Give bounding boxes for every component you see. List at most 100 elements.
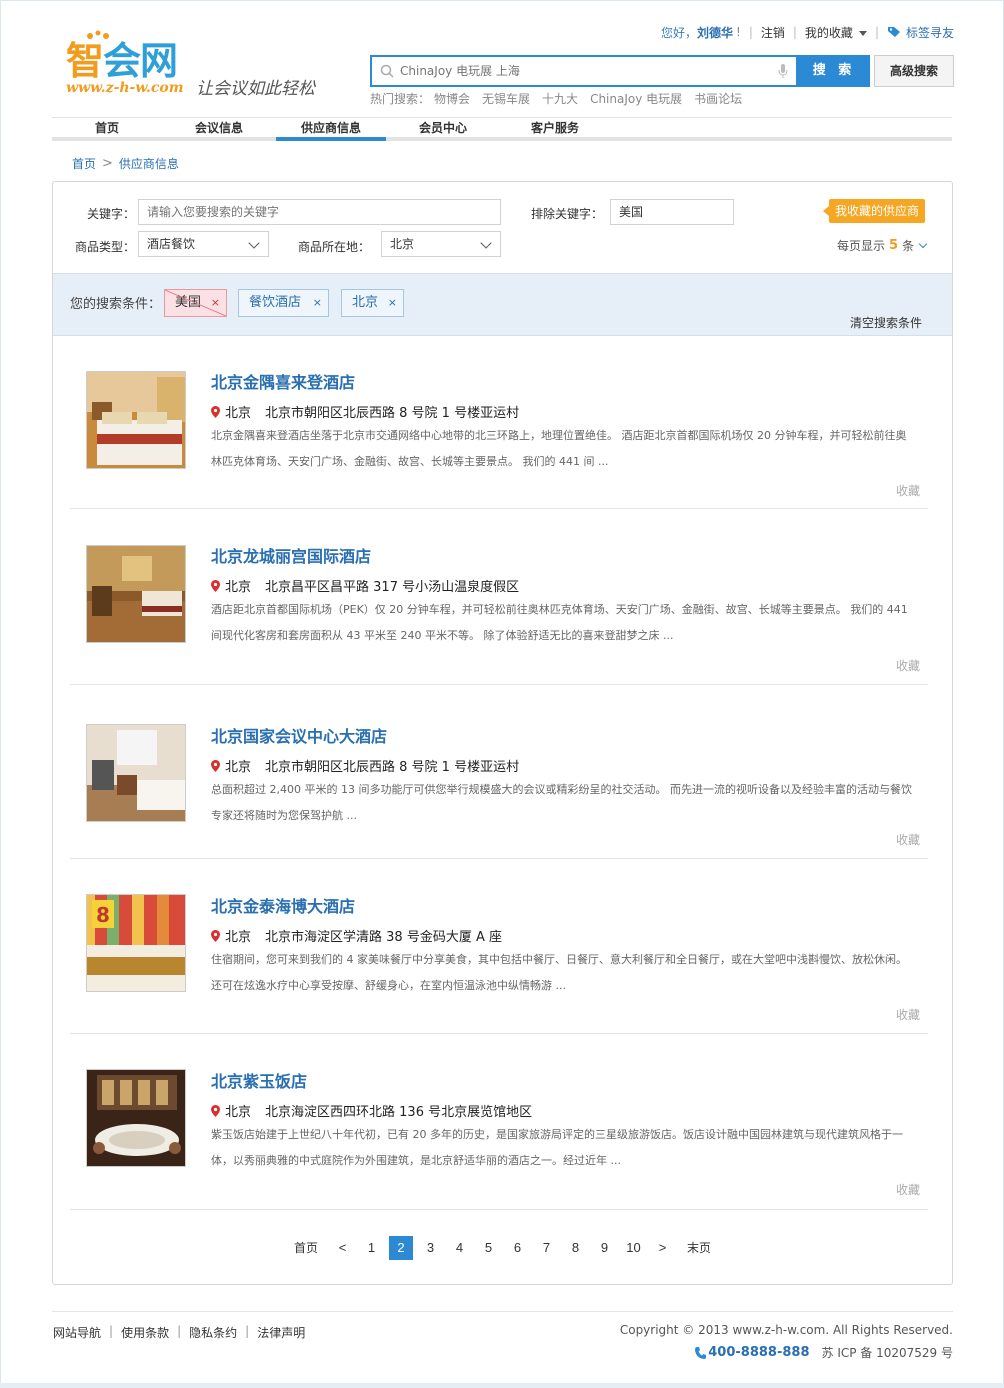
condition-chip-category[interactable]: 餐饮酒店 × (238, 289, 329, 317)
hotel-room-image (87, 546, 185, 642)
result-description: 总面积超过 2,400 平米的 13 间多功能厅可供您举行规模盛大的会议或精彩纷… (211, 783, 912, 822)
site-logo[interactable]: 智会网 www.z-h-w.com 让会议如此轻松 (66, 30, 336, 100)
favorite-link[interactable]: 收藏 (896, 831, 920, 848)
remove-condition-icon[interactable]: × (211, 290, 220, 316)
bottom-band (0, 1383, 1004, 1388)
logo-title: 智会网 (66, 39, 178, 83)
nav-item-meetings[interactable]: 会议信息 (164, 118, 274, 137)
result-thumbnail[interactable] (86, 545, 186, 643)
result-item: 北京紫玉饭店 北京 北京海淀区西四环北路 136 号北京展览馆地区 紫玉饭店始建… (70, 1035, 928, 1210)
result-description: 紫玉饭店始建于上世纪八十年代初，已有 20 多年的历史，是国家旅游局评定的三星级… (211, 1128, 903, 1167)
main-nav: 首页 会议信息 供应商信息 会员中心 客户服务 (52, 117, 952, 141)
page-number[interactable]: 3 (416, 1236, 445, 1260)
favorite-link[interactable]: 收藏 (896, 657, 920, 674)
tag-search-link[interactable]: 标签寻友 (887, 24, 954, 41)
search-button[interactable]: 搜 索 (798, 55, 870, 87)
keyword-input[interactable] (138, 199, 501, 225)
copyright: Copyright © 2013 www.z-h-w.com. All Righ… (619, 1323, 953, 1337)
location-pin-icon (211, 579, 220, 592)
result-description: 北京金隅喜来登酒店坐落于北京市交通网络中心地带的北三环路上，地理位置绝佳。 酒店… (211, 429, 907, 468)
hot-search-term[interactable]: 无锡车展 (482, 90, 530, 107)
page-last[interactable]: 末页 (677, 1236, 721, 1260)
page-number[interactable]: 7 (532, 1236, 561, 1260)
search-input[interactable] (400, 64, 778, 78)
result-title[interactable]: 北京龙城丽宫国际酒店 (211, 543, 371, 567)
favorite-suppliers-button[interactable]: 我收藏的供应商 (822, 199, 926, 223)
divider: | (792, 25, 797, 39)
hot-search-term[interactable]: 书画论坛 (694, 90, 742, 107)
footer-links: 网站导航 | 使用条款 | 隐私条约 | 法律声明 (53, 1324, 305, 1341)
result-thumbnail[interactable] (86, 724, 186, 822)
nav-item-home[interactable]: 首页 (52, 118, 162, 137)
clear-conditions-link[interactable]: 清空搜索条件 (850, 314, 922, 331)
hot-search-term[interactable]: 物博会 (434, 90, 470, 107)
result-item: 北京金隅喜来登酒店 北京 北京市朝阳区北辰西路 8 号院 1 号楼亚运村 北京金… (70, 336, 928, 509)
keyword-label: 关键字： (87, 207, 136, 221)
footer-link-legal[interactable]: 法律声明 (257, 1324, 305, 1341)
hot-search-term[interactable]: 十九大 (542, 90, 578, 107)
page-prev[interactable]: < (328, 1236, 357, 1260)
page-number[interactable]: 8 (561, 1236, 590, 1260)
result-item: 北京国家会议中心大酒店 北京 北京市朝阳区北辰西路 8 号院 1 号楼亚运村 总… (70, 686, 928, 859)
page-number-current[interactable]: 2 (389, 1236, 413, 1260)
breadcrumb: 首页 > 供应商信息 (72, 155, 179, 172)
result-thumbnail[interactable] (86, 1069, 186, 1167)
phone-icon (695, 1346, 707, 1359)
hotel-room-image: 8 (87, 895, 185, 991)
divider: | (874, 25, 879, 39)
result-thumbnail[interactable]: 8 (86, 894, 186, 992)
remove-condition-icon[interactable]: × (313, 290, 322, 316)
logo-url: www.z-h-w.com (66, 80, 184, 96)
result-title[interactable]: 北京国家会议中心大酒店 (211, 723, 387, 747)
filter-form: 关键字： 排除关键字： 美国 我收藏的供应商 商品类型： 酒店餐饮 商品所在地：… (53, 182, 952, 274)
results-panel: 关键字： 排除关键字： 美国 我收藏的供应商 商品类型： 酒店餐饮 商品所在地：… (52, 181, 953, 1285)
result-description: 住宿期间，您可来到我们的 4 家美味餐厅中分享美食，其中包括中餐厅、日餐厅、意大… (211, 953, 907, 992)
favorite-link[interactable]: 收藏 (896, 1181, 920, 1198)
nav-item-suppliers[interactable]: 供应商信息 (276, 118, 386, 141)
result-thumbnail[interactable] (86, 371, 186, 469)
breadcrumb-home[interactable]: 首页 (72, 155, 96, 172)
location-pin-icon (211, 759, 220, 772)
footer-link-sitemap[interactable]: 网站导航 (53, 1324, 101, 1341)
page-number[interactable]: 9 (590, 1236, 619, 1260)
category-select[interactable]: 酒店餐饮 (138, 231, 269, 257)
hot-search-term[interactable]: ChinaJoy 电玩展 (590, 90, 682, 107)
username-link[interactable]: 刘德华 (697, 24, 733, 41)
nav-item-member-center[interactable]: 会员中心 (388, 118, 498, 137)
page-number[interactable]: 6 (503, 1236, 532, 1260)
footer-link-terms[interactable]: 使用条款 (121, 1324, 169, 1341)
condition-chip-excluded[interactable]: 美国 × (164, 289, 227, 317)
page-number[interactable]: 4 (445, 1236, 474, 1260)
result-title[interactable]: 北京金泰海博大酒店 (211, 893, 355, 917)
footer-contact: 400-8888-888 苏 ICP 备 10207529 号 (695, 1344, 953, 1361)
page-number[interactable]: 10 (619, 1236, 648, 1260)
search-icon (380, 64, 394, 78)
divider: | (109, 1324, 114, 1338)
category-label: 商品类型： (75, 240, 136, 254)
chevron-down-icon (480, 237, 492, 249)
result-title[interactable]: 北京紫玉饭店 (211, 1068, 307, 1092)
footer-link-privacy[interactable]: 隐私条约 (189, 1324, 237, 1341)
page-next[interactable]: > (648, 1236, 677, 1260)
favorites-menu[interactable]: 我的收藏 (805, 24, 867, 41)
per-page-selector[interactable]: 每页显示 5 条 (837, 237, 928, 254)
location-select[interactable]: 北京 (381, 231, 501, 257)
page-first[interactable]: 首页 (284, 1236, 328, 1260)
nav-item-customer-service[interactable]: 客户服务 (500, 118, 610, 137)
logout-link[interactable]: 注销 (761, 24, 785, 41)
caret-down-icon (858, 30, 867, 36)
phone-number[interactable]: 400-8888-888 (695, 1345, 810, 1360)
remove-condition-icon[interactable]: × (388, 290, 397, 316)
page-number[interactable]: 5 (474, 1236, 503, 1260)
favorite-link[interactable]: 收藏 (896, 1006, 920, 1023)
condition-chip-location[interactable]: 北京 × (341, 289, 404, 317)
breadcrumb-current[interactable]: 供应商信息 (119, 155, 179, 172)
microphone-icon[interactable] (778, 63, 788, 79)
result-title[interactable]: 北京金隅喜来登酒店 (211, 369, 355, 393)
favorite-link[interactable]: 收藏 (896, 482, 920, 499)
tag-icon (887, 27, 900, 37)
exclude-keyword-input[interactable]: 美国 (610, 199, 734, 225)
hotel-room-image (87, 725, 185, 821)
page-number[interactable]: 1 (357, 1236, 386, 1260)
advanced-search-button[interactable]: 高级搜索 (874, 55, 954, 87)
